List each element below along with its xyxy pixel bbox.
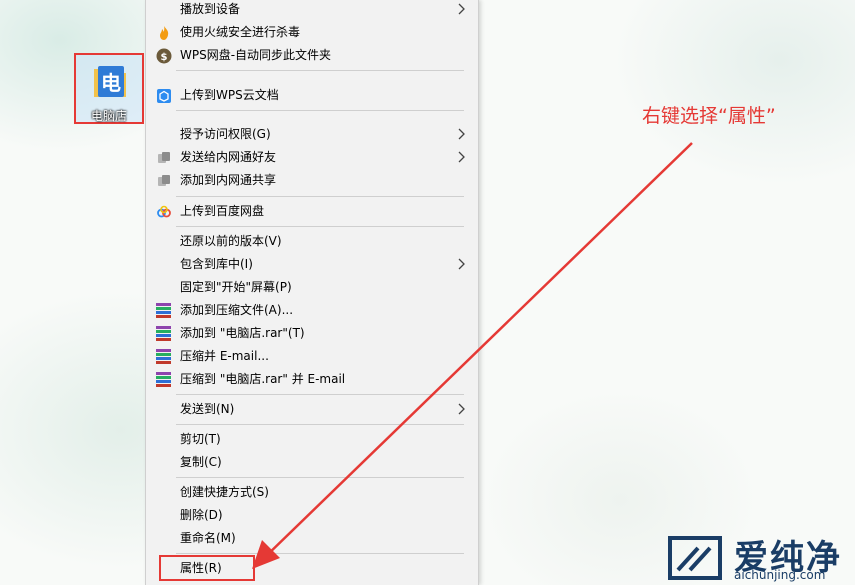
watermark-logo: 爱纯净 aichunjing.com xyxy=(664,528,854,584)
annotation-text: 右键选择“属性” xyxy=(642,105,776,127)
annotation-arrow xyxy=(252,142,693,569)
watermark-en: aichunjing.com xyxy=(734,568,826,582)
logo-mark-icon xyxy=(668,536,722,580)
